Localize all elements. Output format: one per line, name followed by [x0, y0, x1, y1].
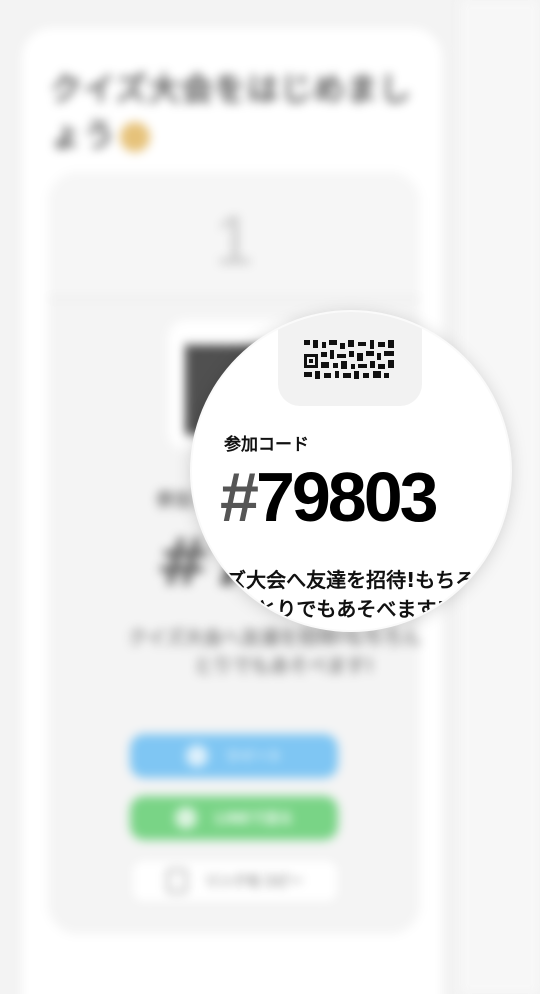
screen: クイズ大会をはじめましょう 1 参加コード #79803 クイズ大会へ友達を招待…	[0, 0, 540, 994]
join-code-label: 参加コード	[224, 435, 309, 455]
invite-description: クイズ大会へ友達を招待!もちろんひとりでもあそべます!	[192, 568, 510, 621]
qr-code-icon	[304, 340, 396, 382]
tweet-label: ツイート	[226, 749, 282, 765]
twitter-bird-icon	[186, 745, 208, 767]
line-chat-icon	[175, 807, 198, 829]
magnifier-lens: 参加コード #79803 クイズ大会へ友達を招待!もちろんひとりでもあそべます!	[192, 312, 510, 630]
page-title: クイズ大会をはじめましょう	[50, 70, 413, 154]
invite-description-bg: クイズ大会へ友達を招待!もちろんひとりでもあそべます!	[127, 627, 420, 677]
copy-link-label: リンクをコピー	[205, 874, 303, 890]
line-share-label: LINEで送る	[215, 811, 293, 827]
join-code: #79803	[220, 458, 439, 536]
clipboard-icon	[167, 869, 187, 893]
copy-link-button[interactable]: リンクをコピー	[130, 858, 340, 904]
tweet-button[interactable]: ツイート	[130, 734, 338, 778]
step-number: 1	[214, 201, 254, 279]
line-share-button[interactable]: LINEで送る	[130, 796, 338, 840]
step-header: 1	[48, 172, 420, 299]
smile-emoji-icon	[120, 122, 151, 152]
